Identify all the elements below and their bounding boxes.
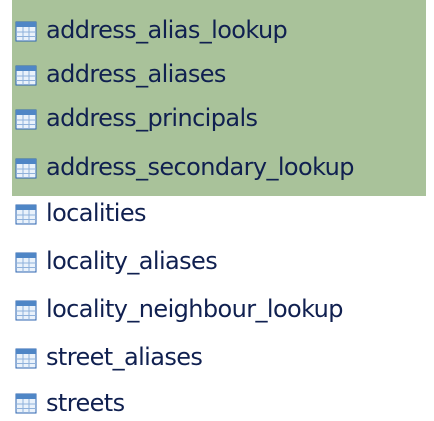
- table-item-localities[interactable]: localities: [12, 192, 426, 236]
- table-item-label: locality_aliases: [46, 246, 218, 275]
- table-list: address_alias_lookup address_aliases add…: [0, 0, 434, 421]
- table-item-label: address_principals: [46, 103, 258, 132]
- table-item-label: streets: [46, 389, 125, 417]
- table-item-locality-aliases[interactable]: locality_aliases: [12, 240, 426, 284]
- table-icon: [15, 65, 37, 85]
- table-item-label: locality_neighbour_lookup: [46, 294, 344, 323]
- table-item-label: street_aliases: [46, 342, 203, 371]
- table-item-label: localities: [46, 198, 147, 227]
- table-icon: [15, 348, 37, 368]
- table-icon: [15, 109, 37, 129]
- table-icon: [15, 204, 37, 224]
- table-icon: [15, 158, 37, 178]
- table-item-address-principals[interactable]: address_principals: [12, 97, 426, 141]
- table-icon: [15, 393, 37, 413]
- table-item-address-secondary-lookup[interactable]: address_secondary_lookup: [12, 146, 426, 190]
- table-item-address-aliases[interactable]: address_aliases: [12, 53, 426, 97]
- table-item-label: address_aliases: [46, 59, 226, 88]
- table-item-label: address_secondary_lookup: [46, 152, 355, 181]
- table-item-label: address_alias_lookup: [46, 15, 288, 44]
- table-icon: [15, 300, 37, 320]
- table-list-panel: address_alias_lookup address_aliases add…: [0, 0, 434, 421]
- table-item-streets[interactable]: streets: [12, 381, 426, 421]
- table-icon: [15, 21, 37, 41]
- table-item-street-aliases[interactable]: street_aliases: [12, 336, 426, 380]
- table-item-address-alias-lookup[interactable]: address_alias_lookup: [12, 9, 426, 53]
- table-icon: [15, 252, 37, 272]
- table-item-locality-neighbour-lookup[interactable]: locality_neighbour_lookup: [12, 288, 426, 332]
